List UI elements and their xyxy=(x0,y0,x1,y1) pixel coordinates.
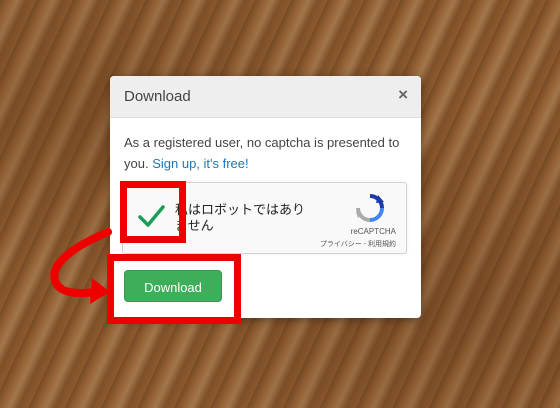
modal-title: Download xyxy=(124,88,191,105)
modal-message-container: As a registered user, no captcha is pres… xyxy=(124,132,412,174)
checkbox-highlight-box xyxy=(120,181,186,243)
recaptcha-privacy-links[interactable]: プライバシー - 利用規約 xyxy=(320,239,396,249)
recaptcha-logo-icon xyxy=(355,193,385,223)
signup-link[interactable]: Sign up, it's free! xyxy=(152,156,248,171)
recaptcha-label: 私はロボットではありません xyxy=(175,202,306,233)
close-icon[interactable]: × xyxy=(398,85,408,105)
modal-header: Download × xyxy=(110,76,421,118)
download-highlight-box xyxy=(107,254,241,324)
recaptcha-brand: reCAPTCHA xyxy=(350,227,396,236)
